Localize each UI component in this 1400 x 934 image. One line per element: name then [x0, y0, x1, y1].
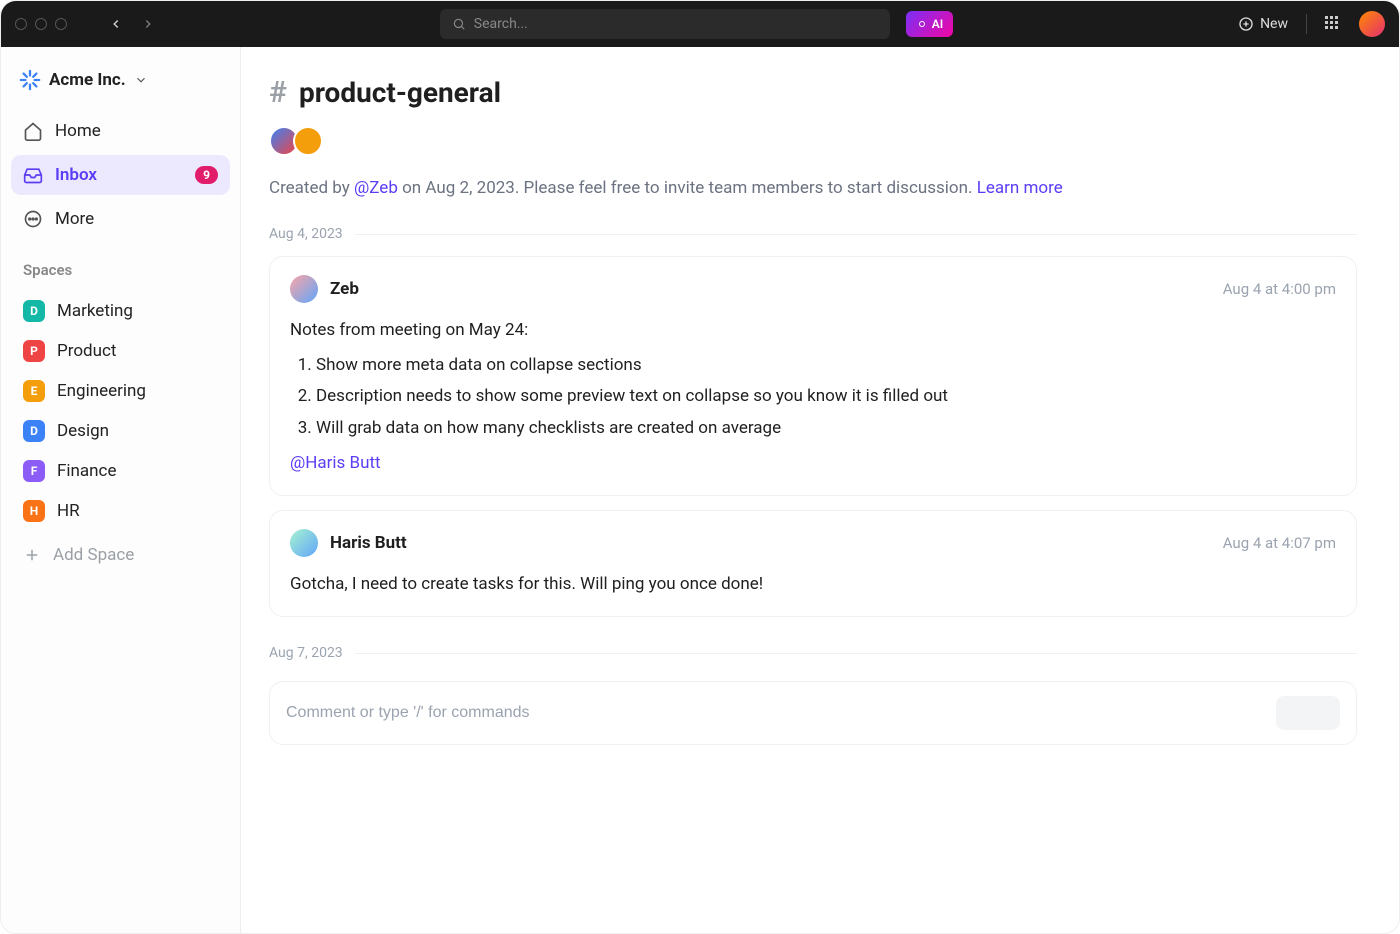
user-avatar[interactable]: [1359, 11, 1385, 37]
channel-description: Created by @Zeb on Aug 2, 2023. Please f…: [269, 178, 1357, 198]
more-icon: [23, 209, 43, 229]
minimize-window-dot[interactable]: [35, 18, 47, 30]
message-card: Haris Butt Aug 4 at 4:07 pm Gotcha, I ne…: [269, 510, 1357, 617]
message-author: Zeb: [330, 279, 359, 299]
space-item[interactable]: E Engineering: [11, 371, 230, 411]
comment-input[interactable]: [286, 704, 1264, 722]
nav-label: Home: [55, 121, 101, 141]
space-badge: F: [23, 460, 45, 482]
search-placeholder: Search...: [474, 16, 528, 32]
apps-icon[interactable]: [1325, 16, 1341, 32]
list-item: Show more meta data on collapse sections: [316, 352, 1336, 379]
chevron-down-icon: [134, 73, 148, 87]
message-time: Aug 4 at 4:07 pm: [1223, 534, 1336, 552]
list-item: Description needs to show some preview t…: [316, 383, 1336, 410]
nav-label: Inbox: [55, 165, 97, 185]
search-input[interactable]: Search...: [440, 9, 890, 39]
workspace-name: Acme Inc.: [49, 70, 126, 90]
workspace-logo-icon: [19, 69, 41, 91]
workspace-switcher[interactable]: Acme Inc.: [11, 61, 230, 107]
main-content: # product-general Created by @Zeb on Aug…: [241, 47, 1399, 933]
spaces-heading: Spaces: [11, 243, 230, 287]
inbox-icon: [23, 165, 43, 185]
space-label: Marketing: [57, 301, 133, 321]
close-window-dot[interactable]: [15, 18, 27, 30]
maximize-window-dot[interactable]: [55, 18, 67, 30]
date-divider: Aug 7, 2023: [269, 645, 1357, 661]
sidebar-item-home[interactable]: Home: [11, 111, 230, 151]
divider: [1306, 14, 1307, 34]
date-label: Aug 7, 2023: [269, 645, 343, 661]
sidebar: Acme Inc. Home Inbox 9 More: [1, 47, 241, 933]
message-card: Zeb Aug 4 at 4:00 pm Notes from meeting …: [269, 256, 1357, 496]
learn-more-link[interactable]: Learn more: [977, 178, 1063, 198]
home-icon: [23, 121, 43, 141]
creator-mention[interactable]: @Zeb: [354, 178, 398, 198]
message-time: Aug 4 at 4:00 pm: [1223, 280, 1336, 298]
space-item[interactable]: D Design: [11, 411, 230, 451]
sidebar-item-more[interactable]: More: [11, 199, 230, 239]
add-space-label: Add Space: [53, 545, 134, 565]
send-button[interactable]: [1276, 696, 1340, 730]
space-badge: E: [23, 380, 45, 402]
space-label: Design: [57, 421, 109, 441]
space-item[interactable]: D Marketing: [11, 291, 230, 331]
message-avatar[interactable]: [290, 529, 318, 557]
plus-icon: [23, 546, 41, 564]
space-badge: P: [23, 340, 45, 362]
back-icon[interactable]: [109, 17, 123, 31]
window-controls: [15, 18, 67, 30]
channel-members[interactable]: [269, 126, 1357, 156]
space-badge: H: [23, 500, 45, 522]
space-label: HR: [57, 501, 80, 521]
space-label: Engineering: [57, 381, 146, 401]
space-label: Finance: [57, 461, 116, 481]
date-divider: Aug 4, 2023: [269, 226, 1357, 242]
topbar: Search... AI New: [1, 1, 1399, 47]
date-label: Aug 4, 2023: [269, 226, 343, 242]
new-button[interactable]: New: [1238, 16, 1288, 32]
space-item[interactable]: F Finance: [11, 451, 230, 491]
add-space-button[interactable]: Add Space: [11, 535, 230, 575]
message-text: Notes from meeting on May 24:: [290, 317, 1336, 344]
inbox-badge: 9: [195, 166, 218, 184]
sidebar-item-inbox[interactable]: Inbox 9: [11, 155, 230, 195]
space-badge: D: [23, 420, 45, 442]
space-item[interactable]: P Product: [11, 331, 230, 371]
message-avatar[interactable]: [290, 275, 318, 303]
space-badge: D: [23, 300, 45, 322]
message-text: Gotcha, I need to create tasks for this.…: [290, 571, 1336, 598]
space-item[interactable]: H HR: [11, 491, 230, 531]
list-item: Will grab data on how many checklists ar…: [316, 415, 1336, 442]
message-author: Haris Butt: [330, 533, 407, 553]
user-mention[interactable]: @Haris Butt: [290, 453, 381, 473]
channel-header: # product-general: [269, 75, 1357, 110]
ai-button[interactable]: AI: [906, 11, 953, 37]
hash-icon: #: [269, 75, 287, 110]
search-icon: [452, 17, 466, 31]
plus-circle-icon: [1238, 16, 1254, 32]
ai-label: AI: [932, 17, 943, 31]
space-label: Product: [57, 341, 116, 361]
nav-label: More: [55, 209, 94, 229]
channel-name: product-general: [299, 76, 501, 109]
member-avatar[interactable]: [293, 126, 323, 156]
forward-icon[interactable]: [141, 17, 155, 31]
sparkle-icon: [916, 18, 928, 30]
comment-composer[interactable]: [269, 681, 1357, 745]
new-label: New: [1260, 16, 1288, 32]
